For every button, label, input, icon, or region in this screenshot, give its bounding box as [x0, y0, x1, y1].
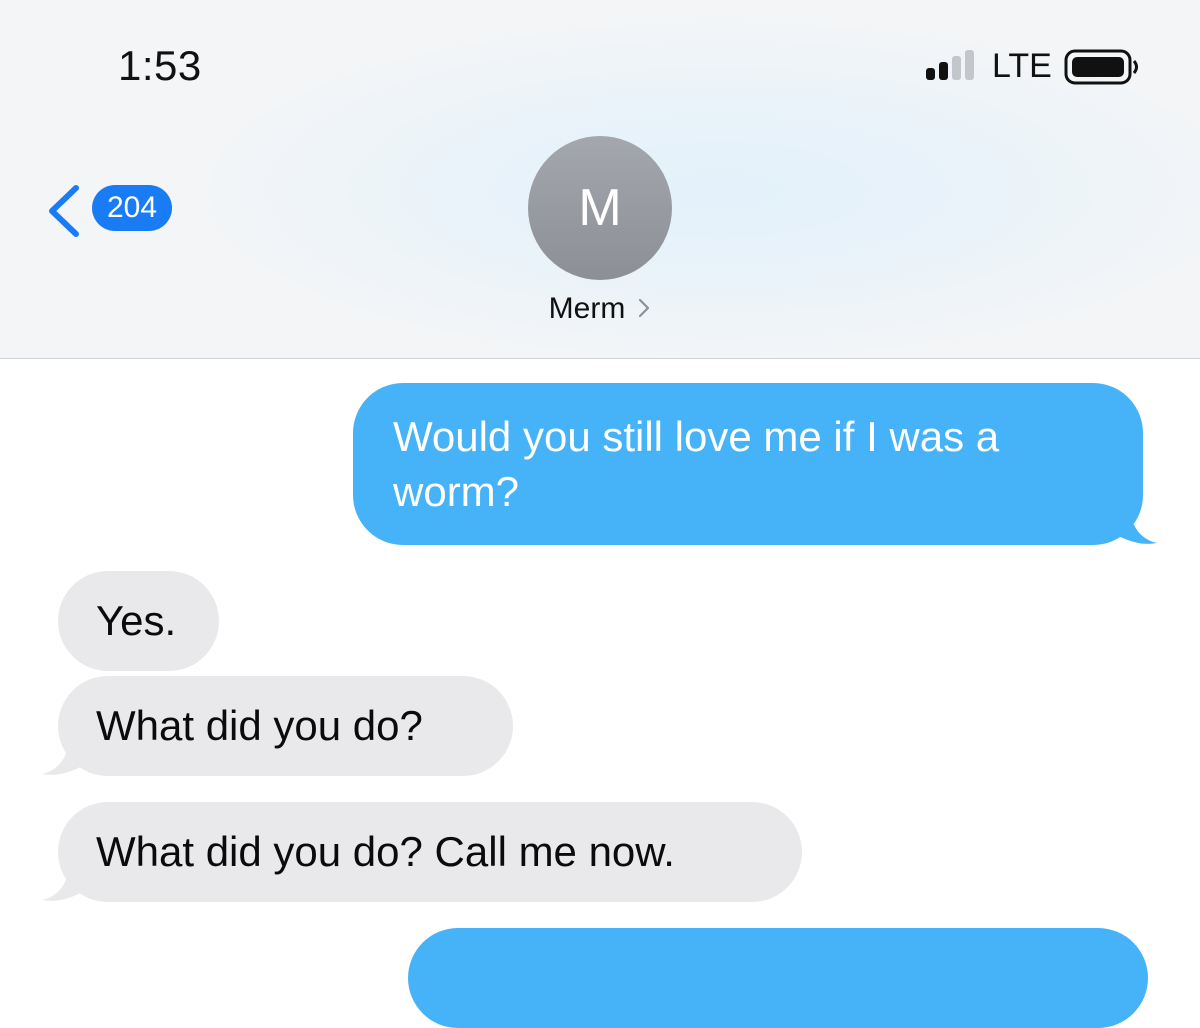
status-time: 1:53 — [118, 42, 202, 89]
received-message-bubble[interactable]: What did you do? — [42, 676, 513, 776]
chevron-right-icon — [639, 298, 650, 318]
message-text: Would you still love me if I was a worm? — [393, 413, 1000, 515]
message-text: What did you do? Call me now. — [96, 828, 675, 875]
received-message-bubble[interactable]: What did you do? Call me now. — [42, 802, 802, 902]
message-text: What did you do? — [96, 702, 423, 749]
chevron-left-icon — [49, 185, 79, 237]
bubble-tail — [42, 860, 86, 901]
contact-name: Merm — [548, 292, 626, 325]
sent-message-bubble[interactable] — [408, 928, 1148, 1028]
cellular-signal-icon — [926, 50, 974, 80]
network-type-label: LTE — [992, 47, 1052, 85]
message-text: Yes. — [96, 597, 177, 644]
received-message-bubble[interactable]: Yes. — [58, 571, 219, 671]
bubble-tail — [1113, 503, 1157, 544]
avatar[interactable]: M — [528, 136, 672, 280]
sent-message-bubble[interactable]: Would you still love me if I was a worm? — [353, 383, 1157, 545]
contact-details-button[interactable]: Merm — [0, 292, 1200, 326]
conversation-header: 1:53 LTE 204 M Merm — [0, 0, 1200, 359]
unread-count-badge: 204 — [92, 185, 173, 231]
back-button[interactable]: 204 — [44, 180, 194, 240]
bubble-tail — [42, 734, 86, 775]
battery-icon — [1064, 49, 1138, 85]
